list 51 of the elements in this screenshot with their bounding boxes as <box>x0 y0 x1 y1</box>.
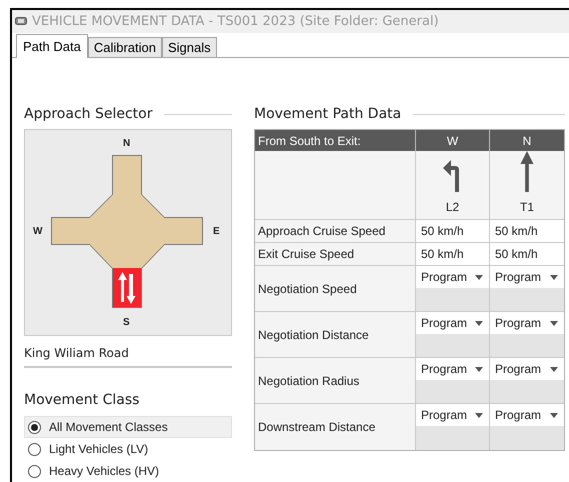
approach-arm[interactable] <box>112 155 142 195</box>
approach-label[interactable]: N <box>123 136 130 151</box>
dropdown[interactable]: Program <box>416 266 489 288</box>
radio-label: Heavy Vehicles (HV) <box>49 463 160 480</box>
road-name: King Wiliam Road <box>24 345 130 362</box>
movement-code: T1 <box>520 199 534 216</box>
selected-approach-arm[interactable] <box>112 268 142 308</box>
window-title: VEHICLE MOVEMENT DATA - TS001 2023 (Site Folder: General) <box>32 12 439 31</box>
tab[interactable]: Signals <box>162 37 217 57</box>
section-title: Approach Selector <box>24 104 152 124</box>
caret-icon <box>475 274 483 280</box>
approach-arm[interactable] <box>164 217 203 245</box>
dropdown[interactable]: Program <box>490 266 564 288</box>
window-icon <box>15 17 27 26</box>
caret-icon <box>475 320 483 326</box>
value-cell: 50 km/h <box>490 243 564 265</box>
caret-icon <box>550 366 558 372</box>
dropdown[interactable]: Program <box>416 358 489 380</box>
approach-arm[interactable] <box>51 217 90 245</box>
section-title: Movement Class <box>24 390 140 410</box>
dropdown[interactable]: Program <box>490 312 564 334</box>
header-cell: W <box>416 130 490 151</box>
radio-label: Light Vehicles (LV) <box>49 441 148 458</box>
header-cell-text: N <box>522 132 532 150</box>
caret-icon <box>475 366 483 372</box>
approach-label[interactable]: E <box>213 224 220 239</box>
value-cell: 50 km/h <box>490 220 564 242</box>
tab[interactable]: Path Data <box>16 34 88 58</box>
dropdown[interactable]: Program <box>416 404 489 426</box>
caret-icon <box>475 412 483 418</box>
radio-button[interactable] <box>28 442 41 456</box>
approach-label[interactable]: W <box>33 224 42 239</box>
dropdown[interactable]: Program <box>490 404 564 426</box>
movement-code: L2 <box>446 199 460 216</box>
section-title: Movement Path Data <box>254 104 402 124</box>
radio-option[interactable]: All Movement Classes <box>24 416 232 438</box>
radio-button[interactable] <box>28 420 41 434</box>
caret-icon <box>550 274 558 280</box>
radio-option[interactable]: Light Vehicles (LV) <box>24 438 232 460</box>
approach-label[interactable]: S <box>123 315 130 330</box>
value-cell: 50 km/h <box>416 243 489 265</box>
value-cell: 50 km/h <box>416 220 489 242</box>
tab[interactable]: Calibration <box>88 37 162 57</box>
radio-label: All Movement Classes <box>49 419 168 436</box>
caret-icon <box>550 320 558 326</box>
dropdown[interactable]: Program <box>490 358 564 380</box>
caret-icon <box>550 412 558 418</box>
header-cell: From South to Exit: <box>255 130 416 151</box>
radio-option[interactable]: Heavy Vehicles (HV) <box>24 460 232 482</box>
radio-button[interactable] <box>28 464 41 478</box>
dropdown[interactable]: Program <box>416 312 489 334</box>
